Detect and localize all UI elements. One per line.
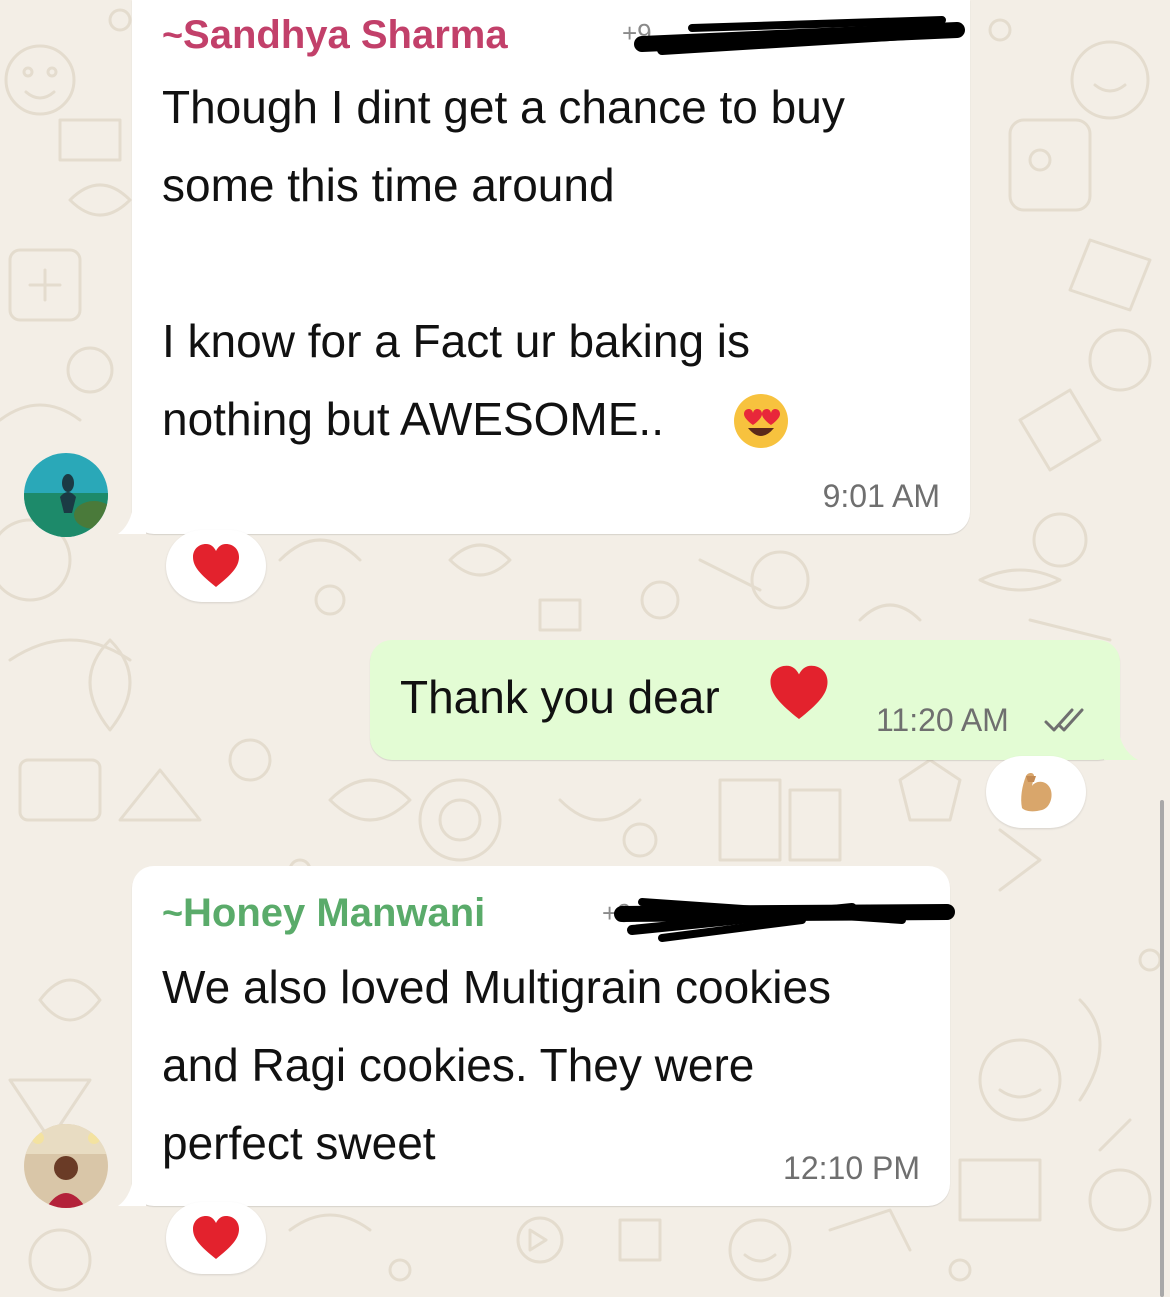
bubble-tail-incoming (118, 1172, 146, 1206)
redaction-scribble (614, 898, 955, 942)
phone-number-redacted: +9 (602, 890, 962, 942)
sender-name[interactable]: Sandhya Sharma (183, 13, 508, 58)
redaction-scribble (634, 16, 965, 55)
message-text: Thank you dear (400, 671, 720, 723)
avatar-person-image (24, 1124, 108, 1208)
message-timestamp: 12:10 PM (783, 1150, 920, 1186)
message-text: We also loved Multigrain cookies and Rag… (162, 961, 832, 1169)
message-bubble-incoming[interactable]: ~ Sandhya Sharma +9 Though I dint get a … (132, 0, 970, 534)
avatar-honey-manwani[interactable] (24, 1124, 108, 1208)
message-bubble-outgoing[interactable]: Thank you dear 11:20 AM (370, 640, 1120, 760)
avatar-underwater-image (24, 453, 108, 537)
message-timestamp: 9:01 AM (822, 478, 940, 514)
flexed-biceps-icon (1021, 773, 1052, 812)
red-heart-icon (193, 1216, 239, 1259)
message-timestamp: 11:20 AM (876, 702, 1009, 738)
sender-label: ~ Honey Manwani (162, 890, 485, 936)
bubble-tail-incoming (118, 500, 146, 534)
sender-tilde: ~ (162, 892, 184, 933)
read-double-check-icon (1044, 708, 1084, 732)
heart-eyes-emoji (732, 392, 790, 450)
sender-tilde: ~ (162, 14, 184, 55)
red-heart-icon (193, 544, 239, 587)
sender-name[interactable]: Honey Manwani (183, 891, 485, 936)
reaction-badge[interactable] (166, 1202, 266, 1274)
message-bubble-incoming[interactable]: ~ Honey Manwani +9 We also loved Multigr… (132, 866, 955, 1206)
bubble-tail-outgoing (1104, 726, 1138, 760)
reaction-badge[interactable] (986, 756, 1086, 828)
scrollbar[interactable] (1160, 800, 1164, 1297)
reaction-badge[interactable] (166, 530, 266, 602)
sender-label: ~ Sandhya Sharma (162, 12, 508, 58)
red-heart-emoji (768, 664, 830, 722)
phone-number-redacted: +9 (622, 10, 972, 58)
avatar-sandhya-sharma[interactable] (24, 453, 108, 537)
